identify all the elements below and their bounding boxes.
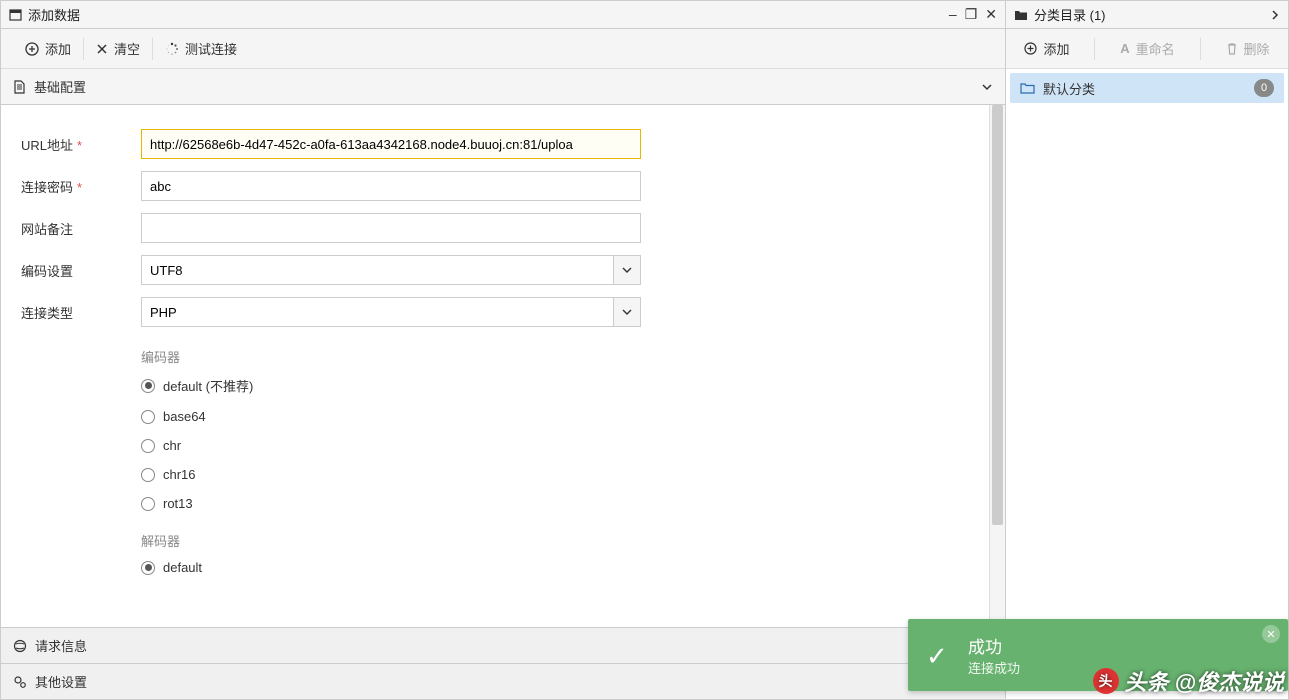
folder-outline-icon: [1020, 82, 1035, 94]
conn-type-dropdown-button[interactable]: [613, 297, 641, 327]
basic-config-label: 基础配置: [34, 77, 86, 96]
encoding-select[interactable]: [141, 255, 613, 285]
sidebar-titlebar: 分类目录 (1): [1006, 1, 1288, 29]
encoding-dropdown-button[interactable]: [613, 255, 641, 285]
sidebar-delete-button[interactable]: 删除: [1214, 33, 1282, 64]
main-toolbar: 添加 清空 测试连接: [1, 29, 1005, 69]
trash-icon: [1226, 42, 1238, 55]
test-connection-button[interactable]: 测试连接: [153, 33, 249, 64]
encoder-option-default[interactable]: default (不推荐): [141, 376, 969, 395]
radio-icon: [141, 468, 155, 482]
conn-type-label: 连接类型: [21, 303, 141, 322]
encoder-option-chr16[interactable]: chr16: [141, 467, 969, 482]
success-toast: ✓ 成功 连接成功 ✕: [908, 619, 1288, 691]
note-label: 网站备注: [21, 219, 141, 238]
browser-icon: [13, 639, 27, 653]
radio-icon: [141, 561, 155, 575]
encoder-option-rot13[interactable]: rot13: [141, 496, 969, 511]
chevron-down-icon: [622, 265, 632, 275]
scrollbar-thumb[interactable]: [992, 105, 1003, 525]
sidebar-rename-button[interactable]: A 重命名: [1108, 33, 1186, 64]
category-label: 默认分类: [1043, 79, 1095, 98]
maximize-button[interactable]: ❐: [965, 6, 978, 23]
add-button[interactable]: 添加: [13, 33, 83, 64]
radio-icon: [141, 439, 155, 453]
scrollbar[interactable]: [989, 105, 1005, 627]
password-input[interactable]: [141, 171, 641, 201]
note-input[interactable]: [141, 213, 641, 243]
document-icon: [13, 80, 26, 94]
close-button[interactable]: ✕: [985, 6, 997, 23]
sidebar-add-button[interactable]: 添加: [1012, 33, 1081, 64]
plus-circle-icon: [25, 42, 39, 56]
font-icon: A: [1120, 41, 1129, 56]
other-settings-label: 其他设置: [35, 672, 87, 691]
chevron-down-icon: [981, 81, 993, 93]
sidebar-toolbar: 添加 A 重命名 删除: [1006, 29, 1288, 69]
conn-type-select[interactable]: [141, 297, 613, 327]
window-icon: [9, 8, 22, 21]
encoder-option-base64[interactable]: base64: [141, 409, 969, 424]
toast-close-button[interactable]: ✕: [1262, 625, 1280, 643]
x-icon: [96, 43, 108, 55]
other-settings-header[interactable]: 其他设置: [1, 663, 1005, 699]
category-item[interactable]: 默认分类 0: [1010, 73, 1284, 103]
password-label: 连接密码*: [21, 177, 141, 196]
category-list: 默认分类 0: [1006, 69, 1288, 699]
spinner-icon: [165, 42, 179, 56]
clear-button[interactable]: 清空: [84, 33, 152, 64]
decoder-group-label: 解码器: [141, 531, 969, 550]
folder-icon: [1014, 9, 1028, 21]
toast-message: 连接成功: [968, 658, 1020, 677]
sidebar-title: 分类目录 (1): [1034, 5, 1106, 24]
divider: [1200, 38, 1201, 60]
encoder-group-label: 编码器: [141, 347, 969, 366]
toast-title: 成功: [968, 633, 1020, 658]
basic-config-header[interactable]: 基础配置: [1, 69, 1005, 105]
plus-circle-icon: [1024, 42, 1037, 55]
form-area: URL地址* 连接密码* 网站备注 编码设置: [1, 105, 989, 627]
chevron-down-icon: [622, 307, 632, 317]
check-icon: ✓: [926, 641, 954, 669]
divider: [1094, 38, 1095, 60]
request-info-header[interactable]: 请求信息: [1, 627, 1005, 663]
encoding-label: 编码设置: [21, 261, 141, 280]
radio-icon: [141, 379, 155, 393]
window-titlebar: 添加数据 – ❐ ✕: [1, 1, 1005, 29]
decoder-option-default[interactable]: default: [141, 560, 969, 575]
minimize-button[interactable]: –: [949, 6, 957, 23]
radio-icon: [141, 497, 155, 511]
request-info-label: 请求信息: [35, 636, 87, 655]
radio-icon: [141, 410, 155, 424]
chevron-right-icon[interactable]: [1270, 10, 1280, 20]
category-count-badge: 0: [1254, 79, 1274, 97]
gears-icon: [13, 675, 27, 689]
url-input[interactable]: [141, 129, 641, 159]
url-label: URL地址*: [21, 135, 141, 154]
window-title: 添加数据: [28, 5, 80, 24]
encoder-option-chr[interactable]: chr: [141, 438, 969, 453]
